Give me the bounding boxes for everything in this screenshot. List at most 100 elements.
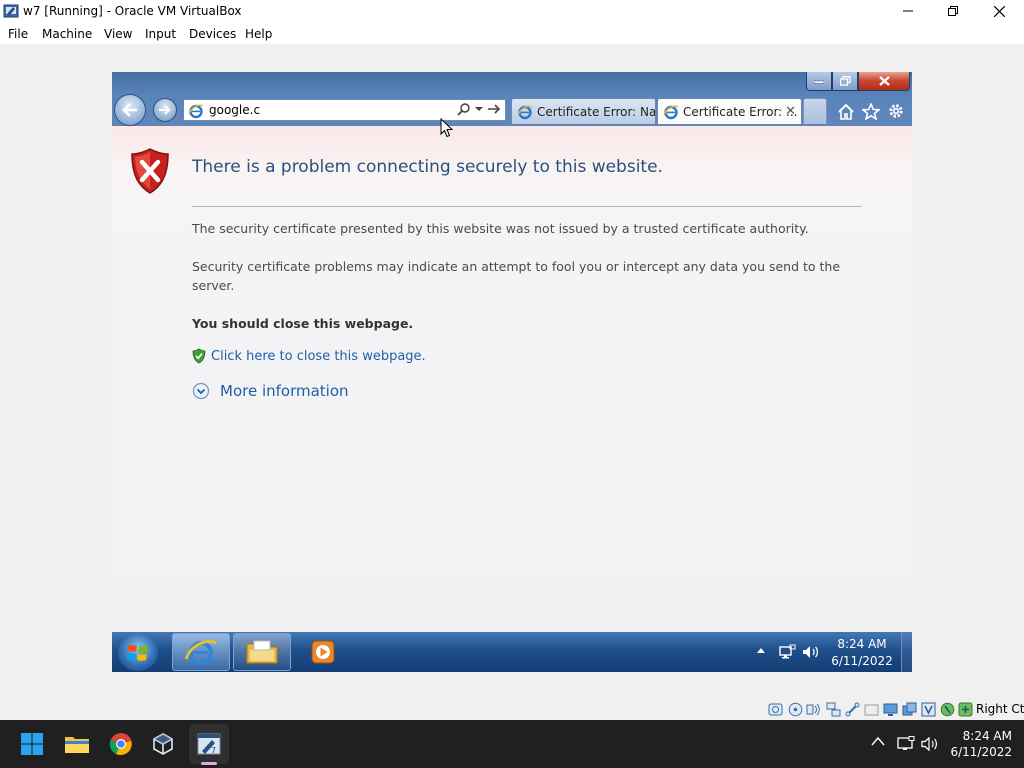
forward-button[interactable] [153, 98, 177, 122]
home-icon[interactable] [836, 101, 856, 121]
menu-machine[interactable]: Machine [42, 27, 92, 41]
windows7-start-button[interactable] [118, 634, 158, 671]
menu-file[interactable]: File [8, 27, 28, 41]
gear-icon[interactable] [886, 101, 906, 121]
host-time: 8:24 AM [962, 729, 1012, 743]
new-tab-button[interactable] [803, 98, 827, 124]
guest-screen[interactable]: google.c Certificate Error: Nav... [112, 72, 912, 672]
minimize-button[interactable] [885, 0, 931, 22]
host-start-button[interactable] [12, 724, 52, 764]
restore-button[interactable] [930, 0, 976, 22]
tab-label: Certificate Error: Nav... [537, 104, 655, 119]
back-button[interactable] [114, 94, 146, 126]
volume-icon[interactable] [921, 736, 939, 752]
ie-toolbar: google.c Certificate Error: Nav... [112, 72, 912, 126]
ie-minimize-button[interactable] [806, 72, 832, 91]
ie-page-icon [663, 105, 679, 119]
taskbar-internet-explorer[interactable] [172, 633, 230, 671]
green-shield-icon [192, 348, 206, 364]
network-icon[interactable] [897, 736, 915, 752]
restore-icon [839, 76, 851, 86]
windows11-logo-icon [21, 733, 43, 755]
host-virtualbox-manager[interactable] [143, 724, 183, 764]
network-icon[interactable] [778, 644, 796, 660]
menu-input[interactable]: Input [145, 27, 176, 41]
address-input[interactable]: google.c [209, 103, 260, 117]
minimize-icon [903, 10, 913, 12]
menu-view[interactable]: View [104, 27, 132, 41]
chrome-icon [109, 733, 132, 755]
show-hidden-icons-icon[interactable] [757, 647, 765, 653]
virtualization-icon[interactable] [921, 702, 936, 717]
error-description: The security certificate presented by th… [192, 221, 809, 236]
mouse-cursor-icon [440, 118, 454, 138]
ie-page-icon [517, 105, 533, 119]
vm-window-icon: 7 [197, 733, 221, 755]
close-icon [993, 5, 1005, 17]
more-information-toggle[interactable]: More information [192, 382, 349, 400]
minimize-icon [814, 80, 824, 84]
close-webpage-link-row[interactable]: Click here to close this webpage. [192, 348, 426, 364]
certificate-error-page: There is a problem connecting securely t… [112, 126, 912, 632]
close-button[interactable] [976, 0, 1022, 22]
go-arrow-icon[interactable] [487, 103, 501, 115]
address-bar[interactable]: google.c [183, 99, 506, 121]
ie-page-icon [188, 104, 204, 119]
network-adapter-icon[interactable] [826, 702, 841, 717]
audio-icon[interactable] [806, 702, 821, 717]
usb-icon[interactable] [845, 702, 860, 717]
recommendation-text: You should close this webpage. [192, 316, 414, 331]
host-window-title: w7 [Running] - Oracle VM VirtualBox [23, 4, 242, 18]
expand-circle-icon [192, 382, 210, 400]
host-key-label[interactable]: Right Ctrl [976, 702, 1024, 716]
search-icon[interactable] [457, 102, 471, 116]
virtualbox-cube-icon [153, 733, 173, 755]
mouse-integration-icon[interactable] [940, 702, 955, 717]
folder-icon [246, 640, 278, 664]
volume-icon[interactable] [802, 644, 820, 660]
guest-clock[interactable]: 8:24 AM 6/11/2022 [828, 636, 896, 670]
host-clock[interactable]: 8:24 AM 6/11/2022 [946, 728, 1012, 760]
favorites-star-icon[interactable] [861, 101, 881, 121]
close-icon [878, 76, 890, 86]
taskbar-media-player[interactable] [294, 633, 352, 671]
tab-certificate-error-1[interactable]: Certificate Error: Nav... [511, 98, 656, 124]
error-warning-text: Security certificate problems may indica… [192, 259, 841, 293]
shared-folders-icon[interactable] [864, 702, 879, 717]
display-icon[interactable] [883, 702, 898, 717]
host-taskbar: 7 8:24 AM 6/11/2022 [0, 720, 1024, 768]
chevron-up-icon[interactable] [871, 736, 885, 746]
video-capture-icon[interactable] [902, 702, 917, 717]
windows-logo-icon [127, 644, 148, 661]
error-title: There is a problem connecting securely t… [192, 157, 663, 177]
vm-status-bar: Right Ctrl [0, 698, 1024, 720]
tab-close-icon[interactable]: ✕ [785, 104, 796, 119]
optical-drive-icon[interactable] [788, 702, 803, 717]
close-webpage-link[interactable]: Click here to close this webpage. [211, 349, 426, 364]
guest-date: 6/11/2022 [831, 654, 893, 668]
tab-label: Certificate Error: ... [683, 104, 798, 119]
hard-disk-icon[interactable] [768, 702, 783, 717]
tab-certificate-error-2[interactable]: Certificate Error: ... ✕ [657, 98, 802, 124]
host-date: 6/11/2022 [950, 745, 1012, 759]
ie-close-button[interactable] [858, 72, 910, 91]
chevron-down-icon[interactable] [475, 106, 483, 112]
back-arrow-icon [122, 103, 137, 117]
folder-icon [65, 737, 89, 753]
host-window-titlebar: w7 [Running] - Oracle VM VirtualBox [0, 0, 1024, 22]
virtualbox-app-icon[interactable] [3, 3, 19, 19]
show-desktop-button[interactable] [901, 632, 912, 672]
more-information-label[interactable]: More information [220, 382, 349, 400]
host-chrome[interactable] [101, 724, 141, 764]
restore-icon [948, 6, 958, 16]
menu-devices[interactable]: Devices [189, 27, 236, 41]
taskbar-windows-explorer[interactable] [233, 633, 291, 671]
active-app-indicator [201, 762, 217, 765]
host-file-explorer[interactable] [57, 724, 97, 764]
internet-explorer-icon [184, 640, 217, 665]
menu-help[interactable]: Help [245, 27, 272, 41]
keyboard-capture-icon[interactable] [958, 702, 973, 717]
guest-taskbar: 8:24 AM 6/11/2022 [112, 632, 912, 672]
ie-restore-button[interactable] [832, 72, 858, 91]
host-vm-window-w7[interactable]: 7 [189, 724, 229, 764]
